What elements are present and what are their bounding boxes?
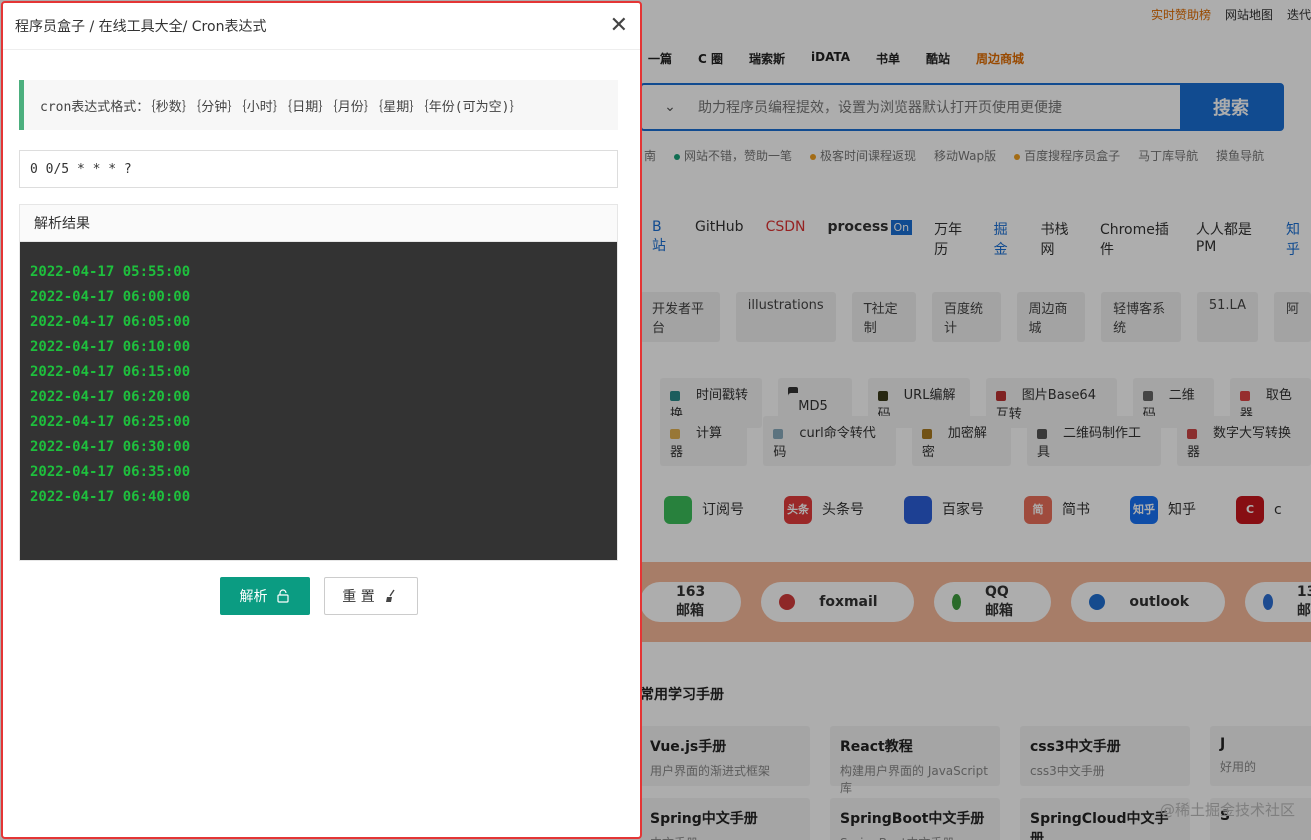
result-line: 2022-04-17 06:35:00 (30, 464, 191, 480)
unlock-icon (276, 589, 289, 603)
reset-label: 重 置 (342, 589, 375, 605)
action-buttons: 解析 重 置 (19, 577, 618, 615)
result-line: 2022-04-17 06:40:00 (30, 489, 191, 505)
parse-label: 解析 (239, 589, 268, 605)
result-panel: 解析结果 2022-04-17 05:55:00 2022-04-17 06:00… (19, 204, 618, 561)
result-line: 2022-04-17 06:00:00 (30, 289, 191, 305)
result-line: 2022-04-17 06:25:00 (30, 414, 191, 430)
cron-expression-input[interactable] (19, 150, 618, 188)
broom-icon (385, 589, 395, 602)
reset-button[interactable]: 重 置 (323, 577, 418, 615)
modal-body: cron表达式格式：｛秒数｝｛分钟｝｛小时｝｛日期｝｛月份｝｛星期｝｛年份(可为… (3, 80, 640, 615)
format-hint: cron表达式格式：｛秒数｝｛分钟｝｛小时｝｛日期｝｛月份｝｛星期｝｛年份(可为… (19, 80, 618, 130)
cron-modal: 程序员盒子 / 在线工具大全/ Cron表达式 ✕ cron表达式格式：｛秒数｝… (1, 1, 642, 839)
result-label: 解析结果 (20, 205, 617, 242)
parse-button[interactable]: 解析 (219, 577, 310, 615)
result-line: 2022-04-17 05:55:00 (30, 264, 191, 280)
result-output: 2022-04-17 05:55:00 2022-04-17 06:00:00 20… (20, 242, 617, 560)
modal-title: 程序员盒子 / 在线工具大全/ Cron表达式 (15, 19, 267, 35)
modal-header: 程序员盒子 / 在线工具大全/ Cron表达式 ✕ (3, 3, 640, 50)
close-icon[interactable]: ✕ (610, 15, 628, 37)
result-line: 2022-04-17 06:15:00 (30, 364, 191, 380)
result-line: 2022-04-17 06:30:00 (30, 439, 191, 455)
result-line: 2022-04-17 06:10:00 (30, 339, 191, 355)
result-line: 2022-04-17 06:20:00 (30, 389, 191, 405)
result-line: 2022-04-17 06:05:00 (30, 314, 191, 330)
